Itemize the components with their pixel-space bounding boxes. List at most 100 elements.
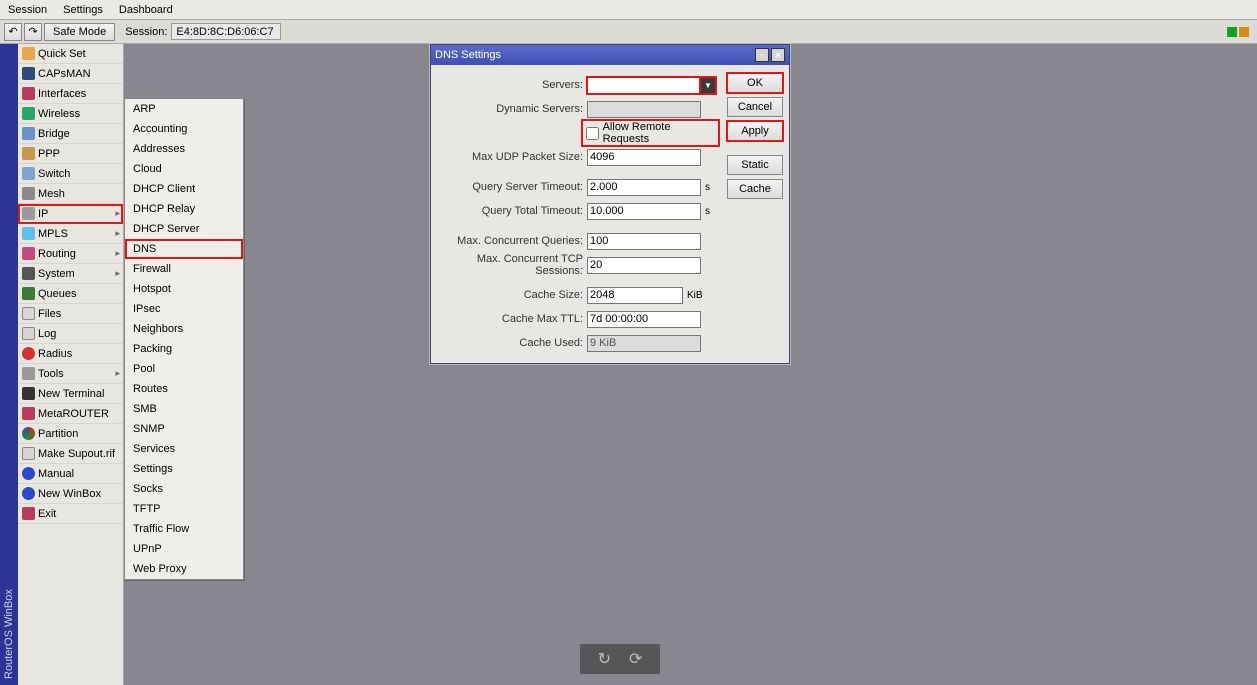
status-green-icon [1227,27,1237,37]
sidebar-item-routing[interactable]: Routing▸ [18,244,123,264]
sidebar-item-label: IP [38,208,48,220]
menu-dashboard[interactable]: Dashboard [111,2,181,18]
submenu-item-cloud[interactable]: Cloud [125,159,243,179]
submenu-item-upnp[interactable]: UPnP [125,539,243,559]
apply-button[interactable]: Apply [727,121,783,141]
mpls-icon [22,227,35,240]
undo-button[interactable]: ↶ [4,23,22,41]
sidebar-item-manual[interactable]: Manual [18,464,123,484]
close-icon[interactable]: ✕ [771,48,785,62]
submenu-item-dhcp-client[interactable]: DHCP Client [125,179,243,199]
sidebar-item-switch[interactable]: Switch [18,164,123,184]
submenu-item-arp[interactable]: ARP [125,99,243,119]
sidebar-item-label: Manual [38,468,74,480]
safe-mode-button[interactable]: Safe Mode [44,23,115,41]
allow-remote-requests-label: Allow Remote Requests [603,121,715,145]
mesh-icon [22,187,35,200]
make-supout-rif-icon [22,447,35,460]
sidebar-item-quick-set[interactable]: Quick Set [18,44,123,64]
servers-dropdown-icon[interactable]: ▼ [700,77,716,94]
cancel-button[interactable]: Cancel [727,97,783,117]
dynamic-servers-input [587,101,701,118]
cache-max-ttl-input[interactable] [587,311,701,328]
submenu-item-settings[interactable]: Settings [125,459,243,479]
menu-settings[interactable]: Settings [55,2,111,18]
chevron-right-icon: ▸ [115,368,120,379]
submenu-item-smb[interactable]: SMB [125,399,243,419]
max-udp-input[interactable] [587,149,701,166]
sidebar-item-label: System [38,268,75,280]
sidebar-item-label: Tools [38,368,64,380]
sidebar-item-queues[interactable]: Queues [18,284,123,304]
session-label: Session: [125,26,167,38]
sidebar-item-log[interactable]: Log [18,324,123,344]
sidebar-item-new-winbox[interactable]: New WinBox [18,484,123,504]
query-server-timeout-input[interactable] [587,179,701,196]
menu-session[interactable]: Session [0,2,55,18]
submenu-item-tftp[interactable]: TFTP [125,499,243,519]
query-total-timeout-input[interactable] [587,203,701,220]
submenu-item-neighbors[interactable]: Neighbors [125,319,243,339]
submenu-item-dns[interactable]: DNS [125,239,243,259]
sidebar-item-make-supout-rif[interactable]: Make Supout.rif [18,444,123,464]
submenu-item-addresses[interactable]: Addresses [125,139,243,159]
sidebar-item-ppp[interactable]: PPP [18,144,123,164]
sidebar-item-mesh[interactable]: Mesh [18,184,123,204]
sidebar-item-mpls[interactable]: MPLS▸ [18,224,123,244]
submenu-item-dhcp-server[interactable]: DHCP Server [125,219,243,239]
routing-icon [22,247,35,260]
submenu-item-routes[interactable]: Routes [125,379,243,399]
allow-remote-requests-checkbox[interactable] [586,127,599,140]
files-icon [22,307,35,320]
submenu-item-dhcp-relay[interactable]: DHCP Relay [125,199,243,219]
sidebar-item-label: Switch [38,168,70,180]
submenu-item-packing[interactable]: Packing [125,339,243,359]
submenu-item-hotspot[interactable]: Hotspot [125,279,243,299]
sidebar-item-exit[interactable]: Exit [18,504,123,524]
submenu-item-socks[interactable]: Socks [125,479,243,499]
sidebar-item-label: New WinBox [38,488,101,500]
sidebar-item-partition[interactable]: Partition [18,424,123,444]
static-button[interactable]: Static [727,155,783,175]
submenu-item-services[interactable]: Services [125,439,243,459]
submenu-item-pool[interactable]: Pool [125,359,243,379]
sidebar-item-label: Mesh [38,188,65,200]
query-server-timeout-label: Query Server Timeout: [437,181,587,193]
cache-button[interactable]: Cache [727,179,783,199]
sidebar-item-new-terminal[interactable]: New Terminal [18,384,123,404]
reload-icon[interactable]: ⟳ [629,649,642,669]
ok-button[interactable]: OK [727,73,783,93]
sidebar-item-label: MetaROUTER [38,408,109,420]
log-icon [22,327,35,340]
servers-input[interactable] [587,77,701,94]
submenu-item-accounting[interactable]: Accounting [125,119,243,139]
sidebar-item-metarouter[interactable]: MetaROUTER [18,404,123,424]
sidebar-item-label: Radius [38,348,72,360]
dialog-titlebar[interactable]: DNS Settings ▫ ✕ [431,45,789,65]
minimize-icon[interactable]: ▫ [755,48,769,62]
sidebar-item-files[interactable]: Files [18,304,123,324]
refresh-icon[interactable]: ↻ [598,649,611,669]
sidebar-item-radius[interactable]: Radius [18,344,123,364]
sidebar-item-system[interactable]: System▸ [18,264,123,284]
submenu-item-traffic-flow[interactable]: Traffic Flow [125,519,243,539]
max-conc-tcp-input[interactable] [587,257,701,274]
sidebar-item-bridge[interactable]: Bridge [18,124,123,144]
max-conc-queries-input[interactable] [587,233,701,250]
sidebar-item-interfaces[interactable]: Interfaces [18,84,123,104]
sidebar-item-capsman[interactable]: CAPsMAN [18,64,123,84]
sidebar-item-label: Queues [38,288,77,300]
dynamic-servers-label: Dynamic Servers: [437,103,587,115]
sidebar-item-tools[interactable]: Tools ▸ [18,364,123,384]
cache-size-input[interactable] [587,287,683,304]
redo-button[interactable]: ↷ [24,23,42,41]
submenu-item-ipsec[interactable]: IPsec [125,299,243,319]
submenu-item-firewall[interactable]: Firewall [125,259,243,279]
unit-s-1: s [705,182,710,193]
submenu-item-snmp[interactable]: SNMP [125,419,243,439]
sidebar-item-wireless[interactable]: Wireless [18,104,123,124]
sidebar-item-ip[interactable]: IP▸ [18,204,123,224]
submenu-item-web-proxy[interactable]: Web Proxy [125,559,243,579]
switch-icon [22,167,35,180]
sidebar-item-label: MPLS [38,228,68,240]
